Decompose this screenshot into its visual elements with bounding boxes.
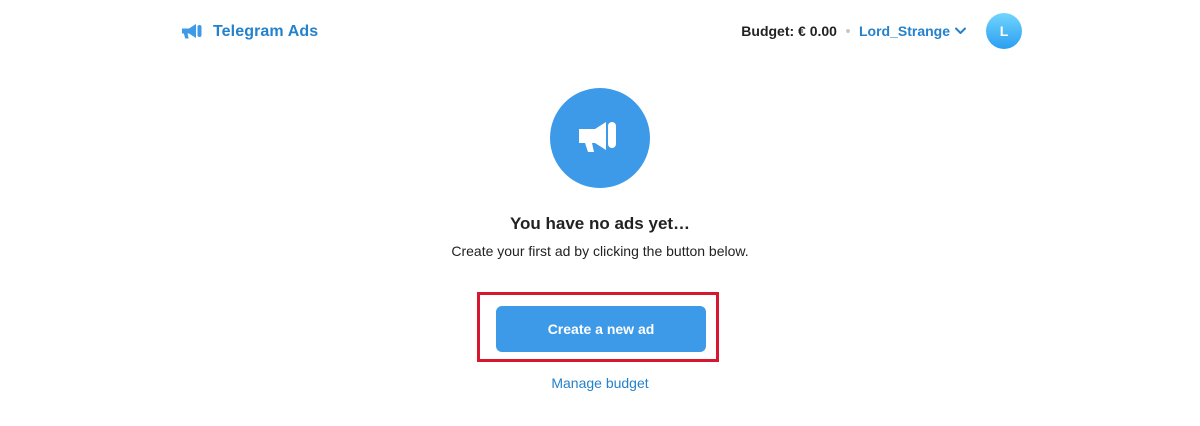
- megaphone-icon: [579, 118, 621, 159]
- brand-link[interactable]: Telegram Ads: [181, 20, 318, 44]
- account-bar: Budget: € 0.00 Lord_Strange L: [741, 12, 1022, 50]
- username-label: Lord_Strange: [858, 23, 950, 39]
- header: Telegram Ads Budget: € 0.00 Lord_Strange…: [0, 0, 1200, 64]
- empty-state: You have no ads yet… Create your first a…: [0, 88, 1200, 260]
- megaphone-icon: [181, 23, 203, 41]
- budget-label: Budget: € 0.00: [741, 23, 837, 39]
- chevron-down-icon: [955, 27, 966, 35]
- manage-budget-link[interactable]: Manage budget: [0, 374, 1200, 392]
- brand-label: Telegram Ads: [213, 23, 319, 40]
- empty-state-title: You have no ads yet…: [509, 214, 691, 233]
- empty-state-subtitle: Create your first ad by clicking the but…: [451, 243, 749, 259]
- separator-dot: [845, 29, 850, 33]
- account-dropdown[interactable]: Lord_Strange: [859, 23, 966, 39]
- create-ad-button[interactable]: Create a new ad: [496, 306, 706, 352]
- empty-state-illustration: [550, 88, 650, 188]
- avatar[interactable]: L: [986, 13, 1022, 49]
